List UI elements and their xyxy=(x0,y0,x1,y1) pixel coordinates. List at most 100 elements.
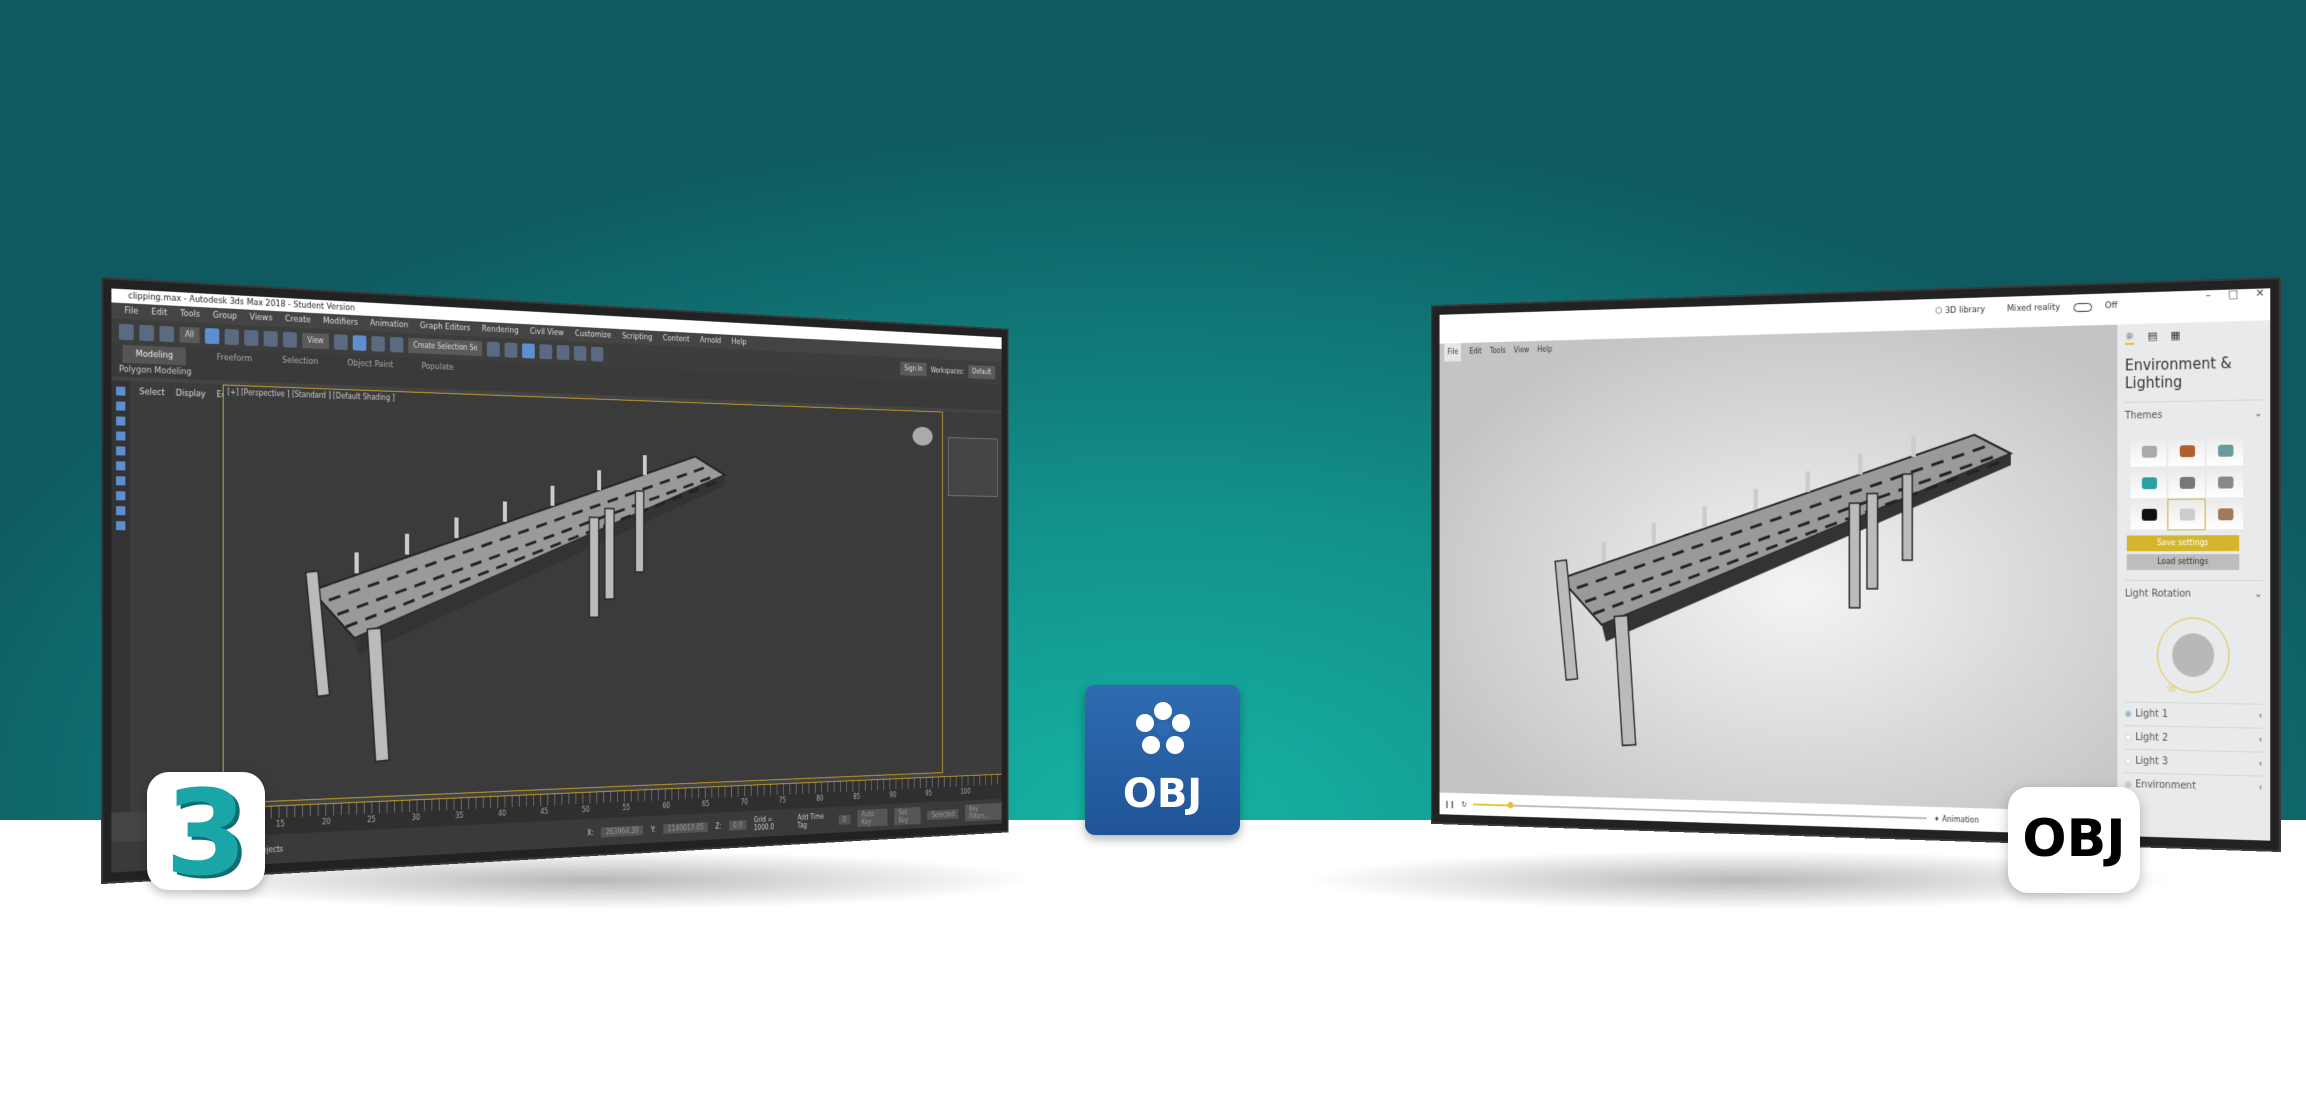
menu-arnold[interactable]: Arnold xyxy=(700,333,721,348)
tool-icon[interactable] xyxy=(116,476,126,486)
tool-icon[interactable] xyxy=(116,446,126,456)
menu-edit[interactable]: Edit xyxy=(1469,343,1481,361)
set-key-button[interactable]: Set Key xyxy=(894,806,921,826)
light-1-row[interactable]: Light 1 ‹ xyxy=(2124,701,2263,728)
redo-icon[interactable] xyxy=(139,324,154,342)
select-region-icon[interactable] xyxy=(224,328,239,346)
theme-thumbnail[interactable] xyxy=(2130,436,2167,467)
menu-graph-editors[interactable]: Graph Editors xyxy=(420,319,471,337)
snap-icon[interactable] xyxy=(352,335,367,351)
viewport-label[interactable]: [+] [Perspective ] [Standard ] [Default … xyxy=(227,388,395,403)
key-mode-dropdown[interactable]: Selected xyxy=(927,808,959,820)
tool-icon[interactable] xyxy=(116,401,126,411)
menu-views[interactable]: Views xyxy=(250,310,273,327)
animation-slider[interactable] xyxy=(1473,803,1927,820)
theme-thumbnail[interactable] xyxy=(2130,499,2167,530)
light-rotation-header[interactable]: Light Rotation ⌄ xyxy=(2124,579,2263,608)
move-icon[interactable] xyxy=(244,329,259,347)
light-3-row[interactable]: Light 3 ‹ xyxy=(2124,748,2263,776)
select-object-icon[interactable] xyxy=(204,327,220,345)
scale-icon[interactable] xyxy=(282,331,297,348)
save-settings-button[interactable]: Save settings xyxy=(2126,535,2240,552)
environment-row[interactable]: Environment ‹ xyxy=(2124,772,2263,800)
minimize-icon[interactable]: – xyxy=(2205,288,2210,301)
theme-thumbnail[interactable] xyxy=(2206,467,2244,498)
modifier-list[interactable] xyxy=(947,437,998,497)
tab-selection[interactable]: Selection xyxy=(282,352,318,371)
menu-group[interactable]: Group xyxy=(213,308,237,325)
workspace-dropdown[interactable]: Default xyxy=(968,364,996,380)
theme-thumbnail-selected[interactable] xyxy=(2167,498,2206,531)
menu-scripting[interactable]: Scripting xyxy=(622,329,652,345)
scene-explorer-icon[interactable] xyxy=(522,343,536,359)
mirror-icon[interactable] xyxy=(487,341,501,358)
rotate-icon[interactable] xyxy=(263,330,278,347)
tool-icon[interactable] xyxy=(116,431,126,441)
menu-customize[interactable]: Customize xyxy=(575,327,611,343)
z-coordinate[interactable]: 0.0 xyxy=(728,819,747,831)
menu-civil-view[interactable]: Civil View xyxy=(530,324,564,340)
align-icon[interactable] xyxy=(504,342,518,358)
menu-content[interactable]: Content xyxy=(663,331,690,347)
tab-freeform[interactable]: Freeform xyxy=(217,349,253,368)
theme-thumbnail[interactable] xyxy=(2206,499,2244,530)
selection-filter-dropdown[interactable]: All xyxy=(179,326,200,344)
sign-in-dropdown[interactable]: Sign In xyxy=(900,361,927,377)
load-settings-button[interactable]: Load settings xyxy=(2126,554,2240,570)
lighting-tab-icon[interactable]: ☼ xyxy=(2124,329,2135,345)
tool-icon[interactable] xyxy=(116,506,126,516)
menu-view[interactable]: View xyxy=(1514,341,1529,360)
maximize-icon[interactable]: □ xyxy=(2228,288,2238,300)
undo-icon[interactable] xyxy=(118,323,134,341)
menu-edit[interactable]: Edit xyxy=(151,305,167,322)
menu-modifiers[interactable]: Modifiers xyxy=(323,314,358,331)
tab-object-paint[interactable]: Object Paint xyxy=(347,355,393,374)
light-rotation-dial[interactable]: ☼ xyxy=(2156,617,2230,697)
tool-icon[interactable] xyxy=(116,386,126,396)
angle-snap-icon[interactable] xyxy=(371,335,385,352)
menu-rendering[interactable]: Rendering xyxy=(482,322,519,339)
mixed-reality-toggle[interactable] xyxy=(2073,302,2092,312)
tool-icon[interactable] xyxy=(116,491,126,501)
frame-field[interactable]: 0 xyxy=(838,814,851,825)
stats-tab-icon[interactable]: ▤ xyxy=(2147,329,2157,344)
named-selection-dropdown[interactable]: Create Selection Se xyxy=(408,337,483,357)
material-editor-icon[interactable] xyxy=(557,344,570,361)
theme-thumbnail[interactable] xyxy=(2130,468,2167,499)
auto-key-button[interactable]: Auto Key xyxy=(857,808,888,828)
play-icon[interactable]: ❙❙ xyxy=(1444,799,1455,807)
menu-help[interactable]: Help xyxy=(1537,341,1552,360)
menu-file[interactable]: File xyxy=(124,303,138,320)
sun-icon[interactable]: ☼ xyxy=(2166,681,2178,697)
3d-viewport[interactable]: File Edit Tools View Help xyxy=(1439,324,2118,813)
render-icon[interactable] xyxy=(591,346,604,362)
close-icon[interactable]: ✕ xyxy=(2255,288,2264,299)
reference-coord-dropdown[interactable]: View xyxy=(302,332,329,350)
viewcube-icon[interactable] xyxy=(912,426,933,446)
menu-file[interactable]: File xyxy=(1444,343,1462,362)
menu-tools[interactable]: Tools xyxy=(1490,342,1506,361)
theme-thumbnail[interactable] xyxy=(2168,467,2205,498)
tool-icon[interactable] xyxy=(116,521,126,531)
menu-animation[interactable]: Animation xyxy=(370,316,408,333)
3d-library-button[interactable]: ⬡ 3D library xyxy=(1935,305,1985,316)
theme-thumbnail[interactable] xyxy=(2168,436,2205,467)
tab-populate[interactable]: Populate xyxy=(422,358,454,376)
x-coordinate[interactable]: 263964.39 xyxy=(601,824,644,838)
render-setup-icon[interactable] xyxy=(574,345,587,361)
tool-icon[interactable] xyxy=(116,461,126,471)
add-time-tag-button[interactable]: Add Time Tag xyxy=(798,812,832,830)
menu-tools[interactable]: Tools xyxy=(180,306,200,323)
themes-section-header[interactable]: Themes ⌄ xyxy=(2124,399,2263,430)
theme-thumbnail[interactable] xyxy=(2206,435,2244,466)
pivot-icon[interactable] xyxy=(333,334,348,351)
menu-help[interactable]: Help xyxy=(731,335,746,350)
loop-icon[interactable]: ↻ xyxy=(1461,800,1466,808)
perspective-viewport[interactable]: [+] [Perspective ] [Standard ] [Default … xyxy=(222,384,943,804)
y-coordinate[interactable]: 1140017.05 xyxy=(663,821,709,834)
grid-tab-icon[interactable]: ▦ xyxy=(2171,329,2181,344)
curve-editor-icon[interactable] xyxy=(539,344,553,360)
tab-select[interactable]: Select xyxy=(139,387,165,398)
animation-button[interactable]: ✦ Animation xyxy=(1934,814,1979,824)
tab-display[interactable]: Display xyxy=(176,389,206,400)
